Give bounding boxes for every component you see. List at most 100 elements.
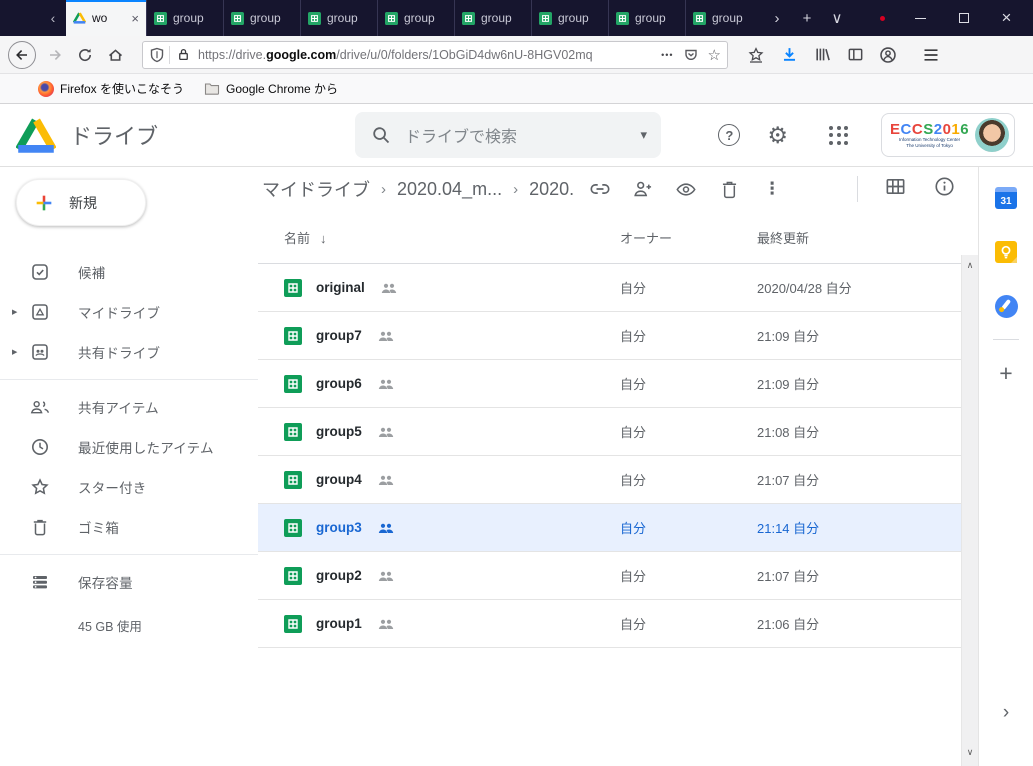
account-badge[interactable]: ECCS2016 Information Technology Center T… <box>881 113 1015 157</box>
drive-logo[interactable]: ドライブ <box>16 118 258 153</box>
tasks-icon[interactable] <box>995 295 1018 318</box>
firefox-icon <box>38 81 54 97</box>
file-row[interactable]: group2 自分 21:07 自分 <box>258 552 961 600</box>
bookmarks-menu-icon[interactable] <box>746 45 766 65</box>
url-bar[interactable]: https://drive.google.com/drive/u/0/folde… <box>142 41 728 69</box>
window-minimize-button[interactable] <box>899 0 942 36</box>
scrollbar-up-icon[interactable]: ∧ <box>967 260 974 271</box>
sidebar-item-starred[interactable]: スター付き <box>0 467 258 507</box>
tab-active-drive[interactable]: wo × <box>66 0 146 36</box>
forward-button[interactable] <box>40 40 70 70</box>
file-row[interactable]: group7 自分 21:09 自分 <box>258 312 961 360</box>
sidebar-item-recent[interactable]: 最近使用したアイテム <box>0 427 258 467</box>
grid-view-icon[interactable] <box>884 175 907 203</box>
tab-group[interactable]: group <box>608 0 685 36</box>
sidebar-item-storage[interactable]: 保存容量 <box>0 562 258 602</box>
scrollbar-down-icon[interactable]: ∨ <box>967 747 974 758</box>
breadcrumb-folder[interactable]: 2020.04_m... <box>397 179 502 200</box>
tab-scroll-left-icon[interactable]: ‹ <box>40 0 66 36</box>
bookmark-star-icon[interactable]: ☆ <box>708 46 721 64</box>
get-link-icon[interactable] <box>589 178 611 200</box>
list-scrollbar[interactable]: ∧ ∨ <box>961 255 978 766</box>
file-list-header: 名前 ↓ オーナー 最終更新 <box>258 211 961 264</box>
pocket-icon[interactable] <box>683 47 699 62</box>
file-row[interactable]: original 自分 2020/04/28 自分 <box>258 264 961 312</box>
avatar[interactable] <box>975 118 1009 152</box>
library-icon[interactable] <box>812 45 832 65</box>
help-icon[interactable]: ? <box>718 124 740 146</box>
sidebar-item-trash[interactable]: ゴミ箱 <box>0 507 258 547</box>
new-button-label: 新規 <box>69 193 97 213</box>
tab-list-icon[interactable]: ∨ <box>822 0 852 36</box>
new-button[interactable]: 新規 <box>16 179 146 226</box>
account-icon[interactable] <box>878 45 898 65</box>
search-icon[interactable] <box>371 125 391 145</box>
preview-eye-icon[interactable] <box>675 178 697 200</box>
tab-group[interactable]: group <box>377 0 454 36</box>
downloads-icon[interactable] <box>779 45 799 65</box>
sidebar-item-shared-drives[interactable]: ▶ 共有ドライブ <box>0 332 258 372</box>
breadcrumb-current-folder[interactable]: 2020. <box>529 179 574 200</box>
drive-toolbar: マイドライブ › 2020.04_m... › 2020. ⋮ <box>258 167 978 211</box>
tab-group[interactable]: group <box>300 0 377 36</box>
expand-arrow-icon[interactable]: ▶ <box>12 308 17 316</box>
delete-trash-icon[interactable] <box>718 178 740 200</box>
browser-titlebar: ‹ wo × group group group group group gro… <box>0 0 1033 36</box>
sidebar-item-shared-with-me[interactable]: 共有アイテム <box>0 387 258 427</box>
tab-group[interactable]: group <box>454 0 531 36</box>
home-button[interactable] <box>100 40 130 70</box>
file-row[interactable]: group4 自分 21:07 自分 <box>258 456 961 504</box>
tab-close-icon[interactable]: × <box>131 11 139 26</box>
get-add-ons-plus-icon[interactable]: + <box>999 362 1012 385</box>
sidebar-item-my-drive[interactable]: ▶ マイドライブ <box>0 292 258 332</box>
account-badge-title: ECCS2016 <box>890 122 969 137</box>
column-name[interactable]: 名前 <box>284 231 310 246</box>
sort-down-icon[interactable]: ↓ <box>320 231 327 246</box>
google-apps-grid-icon[interactable] <box>829 126 848 145</box>
bookmark-folder[interactable]: Google Chrome から <box>204 80 338 97</box>
sidebar-item-priority[interactable]: 候補 <box>0 252 258 292</box>
tab-scroll-right-icon[interactable]: › <box>762 0 792 36</box>
sidebar-toggle-icon[interactable] <box>845 45 865 65</box>
tracking-shield-icon[interactable] <box>149 47 165 63</box>
tab-group[interactable]: group <box>223 0 300 36</box>
sheets-favicon <box>693 12 706 25</box>
back-button[interactable] <box>8 41 36 69</box>
column-owner[interactable]: オーナー <box>620 228 757 247</box>
keep-icon[interactable] <box>995 241 1017 263</box>
more-actions-icon[interactable]: ⋮ <box>761 178 783 200</box>
star-icon <box>30 477 50 497</box>
shared-people-icon <box>378 474 394 486</box>
tab-group[interactable]: group <box>146 0 223 36</box>
settings-gear-icon[interactable]: ⚙ <box>767 124 788 147</box>
url-text[interactable]: https://drive.google.com/drive/u/0/folde… <box>198 48 661 62</box>
share-person-add-icon[interactable] <box>632 178 654 200</box>
reload-button[interactable] <box>70 40 100 70</box>
lock-icon[interactable] <box>176 47 191 62</box>
new-tab-icon[interactable]: + <box>792 0 822 36</box>
column-modified[interactable]: 最終更新 <box>757 228 961 247</box>
tab-group[interactable]: group <box>531 0 608 36</box>
file-row-selected[interactable]: group3 自分 21:14 自分 <box>258 504 961 552</box>
account-badge-subtitle: Information Technology Center <box>899 138 960 143</box>
window-maximize-button[interactable] <box>942 0 985 36</box>
menu-icon[interactable] <box>921 45 941 65</box>
window-close-button[interactable]: × <box>985 0 1028 36</box>
search-input[interactable]: ドライブで検索 ▾ <box>355 112 661 158</box>
side-panel-divider <box>993 339 1019 340</box>
search-options-caret-icon[interactable]: ▾ <box>640 127 647 143</box>
trash-icon <box>30 517 50 537</box>
page-actions-icon[interactable]: ••• <box>661 50 673 60</box>
collapse-panel-chevron-icon[interactable]: › <box>1003 702 1009 724</box>
calendar-icon[interactable]: 31 <box>995 187 1017 209</box>
my-drive-icon <box>30 302 50 322</box>
info-icon[interactable] <box>933 175 956 203</box>
file-row[interactable]: group6 自分 21:09 自分 <box>258 360 961 408</box>
file-row[interactable]: group5 自分 21:08 自分 <box>258 408 961 456</box>
tab-group[interactable]: group <box>685 0 762 36</box>
bookmark-item[interactable]: Firefox を使いこなそう <box>38 80 184 97</box>
file-row[interactable]: group1 自分 21:06 自分 <box>258 600 961 648</box>
breadcrumb-separator-icon: › <box>381 181 386 198</box>
expand-arrow-icon[interactable]: ▶ <box>12 348 17 356</box>
breadcrumb-my-drive[interactable]: マイドライブ <box>262 176 370 202</box>
